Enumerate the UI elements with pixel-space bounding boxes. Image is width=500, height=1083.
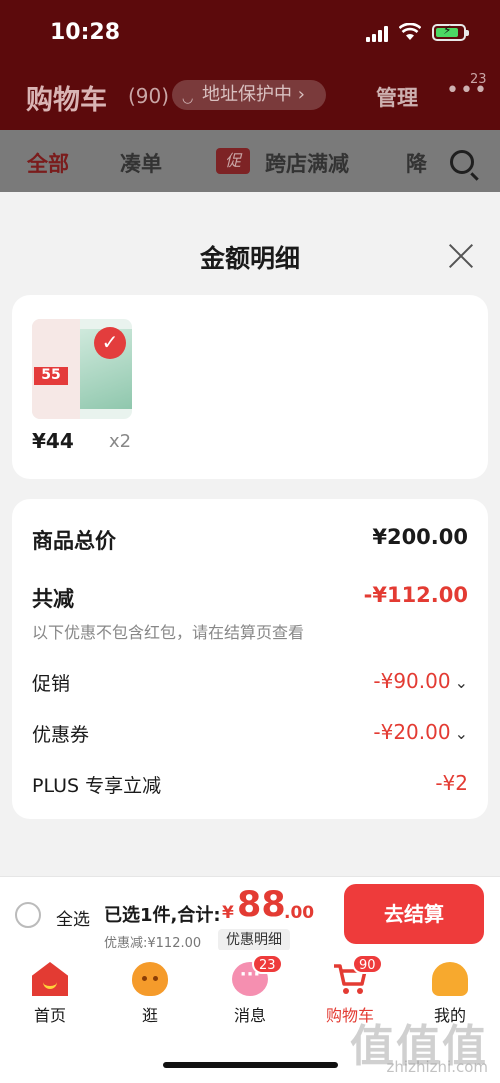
plus-row: PLUS 专享立减 -¥2	[32, 771, 468, 798]
chevron-down-icon: ⌄	[454, 724, 468, 743]
promo-label: 促销	[32, 673, 71, 695]
total-integer: 88	[237, 885, 286, 925]
price-breakdown-card: 商品总价 ¥200.00 共减 -¥112.00 以下优惠不包含红包，请在结算页…	[12, 499, 488, 819]
app-header: 10:28 ⚡ 购物车 (90) ◡ 地址保护中 › 管理 ••• 23	[0, 0, 500, 130]
discount-note: 以下优惠不包含红包，请在结算页查看	[32, 623, 305, 642]
settle-bar: 全选 已选1件,合计: ¥ 88 .00 优惠减:¥112.00 优惠明细 去结…	[0, 876, 500, 951]
goods-total-row: 商品总价 ¥200.00	[32, 525, 468, 555]
address-pill-label: 地址保护中 ›	[202, 84, 305, 105]
item-price: ¥44	[32, 429, 74, 453]
plus-label: PLUS 专享立减	[32, 775, 162, 797]
product-thumbnail[interactable]: 55 ✓	[32, 319, 132, 419]
goods-total-value: ¥200.00	[372, 525, 468, 549]
profile-icon	[432, 962, 468, 996]
coupon-row[interactable]: 优惠券 -¥20.00 ⌄	[32, 720, 468, 747]
amount-detail-sheet: 金额明细 55 ✓ ¥44 x2 商品总价 ¥200.00 共减 -¥112.0…	[0, 215, 500, 875]
select-all-radio[interactable]	[15, 902, 41, 928]
tab-home[interactable]: 首页	[0, 950, 100, 1030]
reduce-value: -¥112.00	[363, 583, 468, 607]
cart-badge: 90	[352, 954, 383, 974]
tab-all[interactable]: 全部	[27, 148, 69, 178]
messages-badge: 23	[252, 954, 283, 974]
reduce-row: 共减 -¥112.00	[32, 583, 468, 613]
coupon-value: -¥20.00	[373, 720, 451, 744]
check-icon: ✓	[94, 327, 126, 359]
tab-combine[interactable]: 凑单	[120, 148, 162, 178]
tab-price-drop[interactable]: 降	[406, 148, 427, 178]
signal-icon	[366, 26, 390, 42]
sheet-title: 金额明细	[199, 244, 300, 273]
selected-items-card: 55 ✓ ¥44 x2	[12, 295, 488, 479]
more-badge: 23	[470, 72, 487, 87]
chosen-summary: 已选1件,合计:	[104, 905, 221, 926]
plus-value: -¥2	[435, 771, 468, 795]
discount-detail-button[interactable]: 优惠明细	[218, 929, 290, 951]
cart-count: (90)	[128, 84, 170, 108]
address-protection-pill[interactable]: ◡ 地址保护中 ›	[172, 80, 326, 110]
promo-row[interactable]: 促销 -¥90.00 ⌄	[32, 669, 468, 696]
watermark-url: zhizhizhi.com	[386, 1058, 488, 1076]
goods-total-label: 商品总价	[32, 529, 116, 553]
page-title: 购物车	[26, 85, 107, 116]
promo-icon: 促	[216, 148, 250, 174]
select-all-label[interactable]: 全选	[56, 905, 90, 930]
promo-value: -¥90.00	[373, 669, 451, 693]
search-icon[interactable]	[450, 150, 474, 174]
close-icon[interactable]	[447, 242, 475, 270]
tab-messages-label: 消息	[233, 1006, 266, 1025]
battery-icon: ⚡	[432, 23, 469, 41]
tab-messages[interactable]: 23 消息	[200, 950, 300, 1030]
checkout-button[interactable]: 去结算	[344, 884, 484, 944]
total-currency: ¥	[222, 903, 234, 923]
discount-summary: 优惠减:¥112.00	[104, 936, 202, 951]
home-icon	[32, 962, 68, 996]
tab-home-label: 首页	[33, 1006, 66, 1025]
tab-guang-label: 逛	[141, 1006, 158, 1025]
manage-button[interactable]: 管理	[376, 82, 418, 112]
status-bar: 10:28 ⚡	[0, 18, 500, 48]
item-quantity: x2	[109, 431, 132, 452]
bottom-tab-bar: 首页 逛 23 消息 90 购物车 我的 值值值 zhizhizhi.com	[0, 950, 500, 1083]
tab-guang[interactable]: 逛	[100, 950, 200, 1030]
wifi-icon	[399, 23, 421, 40]
smile-icon: ◡	[182, 91, 194, 106]
total-decimal: .00	[284, 903, 315, 923]
home-indicator	[163, 1062, 338, 1068]
status-time: 10:28	[50, 20, 121, 45]
coupon-label: 优惠券	[32, 724, 90, 746]
filter-tabs: 全部 凑单 促 跨店满减 降	[0, 130, 500, 192]
tab-cross-store[interactable]: 跨店满减	[265, 148, 349, 178]
thumb-tag: 55	[34, 367, 68, 385]
reduce-label: 共减	[32, 587, 74, 611]
chevron-down-icon: ⌄	[454, 673, 468, 692]
browse-icon	[132, 962, 168, 996]
